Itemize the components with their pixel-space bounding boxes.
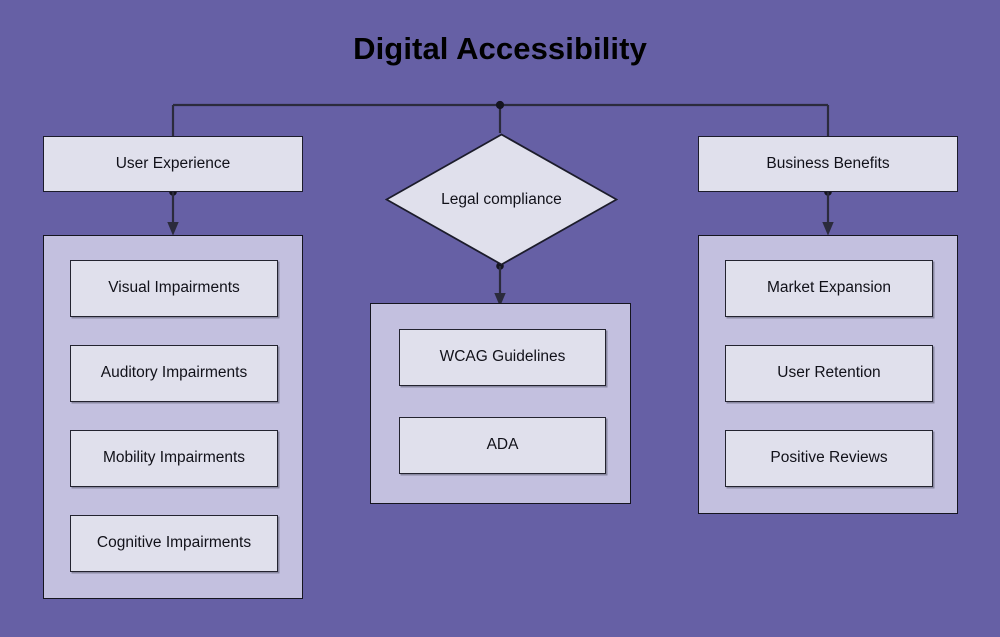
node-user-retention[interactable]: User Retention <box>725 345 933 402</box>
diagram-canvas: Digital Accessibility User Experience Vi… <box>0 0 1000 637</box>
node-cognitive-impairments[interactable]: Cognitive Impairments <box>70 515 278 572</box>
node-auditory-impairments-label: Auditory Impairments <box>100 364 248 382</box>
node-legal-compliance[interactable]: Legal compliance <box>385 133 618 266</box>
node-user-retention-label: User Retention <box>777 364 881 382</box>
node-auditory-impairments[interactable]: Auditory Impairments <box>70 345 278 402</box>
node-positive-reviews-label: Positive Reviews <box>770 449 888 467</box>
node-legal-compliance-label: Legal compliance <box>441 190 562 208</box>
node-cognitive-impairments-label: Cognitive Impairments <box>96 534 252 552</box>
node-user-experience[interactable]: User Experience <box>43 136 303 192</box>
node-business-benefits[interactable]: Business Benefits <box>698 136 958 192</box>
node-ada[interactable]: ADA <box>399 417 606 474</box>
connector-diamond-to-group <box>494 262 506 307</box>
node-ada-label: ADA <box>486 436 519 454</box>
node-visual-impairments-label: Visual Impairments <box>108 279 240 297</box>
node-wcag-guidelines-label: WCAG Guidelines <box>439 348 566 366</box>
node-mobility-impairments[interactable]: Mobility Impairments <box>70 430 278 487</box>
group-user-experience: Visual Impairments Auditory Impairments … <box>43 235 303 599</box>
node-wcag-guidelines[interactable]: WCAG Guidelines <box>399 329 606 386</box>
node-business-benefits-label: Business Benefits <box>766 154 890 172</box>
node-visual-impairments[interactable]: Visual Impairments <box>70 260 278 317</box>
node-market-expansion[interactable]: Market Expansion <box>725 260 933 317</box>
connector-top-bus <box>171 100 830 136</box>
group-business-benefits: Market Expansion User Retention Positive… <box>698 235 958 514</box>
node-mobility-impairments-label: Mobility Impairments <box>102 449 246 467</box>
group-legal-compliance: WCAG Guidelines ADA <box>370 303 631 504</box>
node-positive-reviews[interactable]: Positive Reviews <box>725 430 933 487</box>
connector-left-header-to-group <box>167 188 179 236</box>
connector-right-header-to-group <box>822 188 834 236</box>
node-market-expansion-label: Market Expansion <box>766 279 892 297</box>
page-title: Digital Accessibility <box>353 31 647 66</box>
node-user-experience-label: User Experience <box>115 154 231 172</box>
